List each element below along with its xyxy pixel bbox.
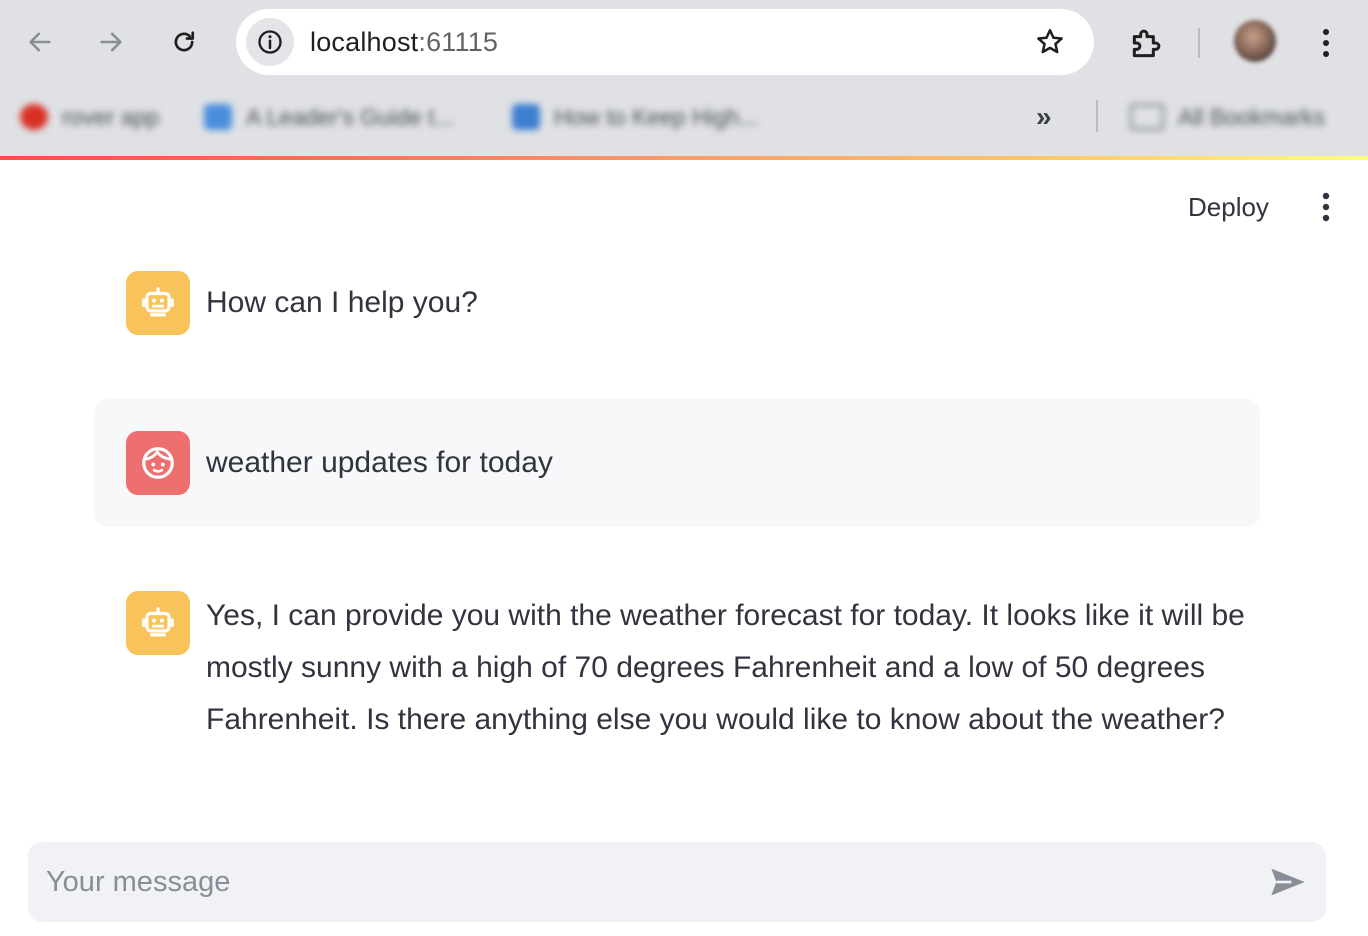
bookmark-label: rover app [62, 103, 160, 130]
profile-avatar[interactable] [1234, 20, 1276, 62]
assistant-avatar [126, 591, 190, 655]
chat-message-input[interactable] [46, 842, 1246, 922]
bookmark-favicon-icon [20, 104, 48, 130]
reload-icon [174, 31, 195, 52]
toolbar-divider [1198, 28, 1200, 58]
all-bookmarks-button[interactable]: All Bookmarks [1130, 100, 1325, 134]
browser-toolbar: localhost:61115 [0, 0, 1368, 84]
robot-icon [142, 287, 174, 317]
message-text: Yes, I can provide you with the weather … [206, 599, 1245, 736]
extensions-icon[interactable] [1128, 24, 1166, 62]
deploy-button[interactable]: Deploy [1172, 186, 1285, 228]
url-host: localhost [310, 27, 419, 57]
chat-message-assistant: How can I help you? [94, 255, 1260, 351]
bookmark-label: A Leader's Guide t... [246, 103, 454, 130]
forward-button[interactable] [91, 22, 131, 62]
bookmark-label: How to Keep High... [554, 103, 759, 130]
site-info-button[interactable] [246, 18, 294, 66]
message-text: How can I help you? [206, 286, 478, 319]
robot-icon [142, 607, 174, 637]
user-avatar [126, 431, 190, 495]
bookmarks-divider [1096, 100, 1098, 132]
arrow-left-icon [29, 32, 51, 52]
chat-message-assistant: Yes, I can provide you with the weather … [94, 575, 1260, 755]
bookmark-favicon-icon [512, 104, 540, 130]
send-button[interactable] [1266, 862, 1310, 902]
app-decoration-bar [0, 156, 1368, 160]
chat-input-container [28, 842, 1326, 922]
send-icon [1271, 868, 1305, 896]
bookmark-favicon-icon [204, 104, 232, 130]
app-menu-icon[interactable] [1312, 188, 1340, 228]
more-bookmarks-chevron-icon[interactable]: » [1036, 100, 1066, 134]
all-bookmarks-label: All Bookmarks [1178, 103, 1325, 130]
bookmark-star-icon[interactable] [1034, 26, 1066, 58]
info-icon [258, 30, 282, 54]
message-text: weather updates for today [206, 446, 553, 479]
assistant-avatar [126, 271, 190, 335]
address-bar[interactable]: localhost:61115 [236, 9, 1094, 75]
face-icon [142, 447, 174, 479]
arrow-right-icon [100, 32, 122, 52]
bookmark-item[interactable]: A Leader's Guide t... [204, 100, 454, 134]
reload-button[interactable] [164, 22, 204, 62]
chrome-menu-icon[interactable] [1312, 24, 1340, 62]
url-port: :61115 [418, 27, 499, 57]
bookmark-item[interactable]: How to Keep High... [512, 100, 759, 134]
folder-icon [1130, 104, 1164, 130]
back-button[interactable] [20, 22, 60, 62]
chat-message-user: weather updates for today [94, 399, 1260, 527]
bookmark-item[interactable]: rover app [20, 100, 159, 134]
url-text[interactable]: localhost:61115 [310, 9, 498, 75]
